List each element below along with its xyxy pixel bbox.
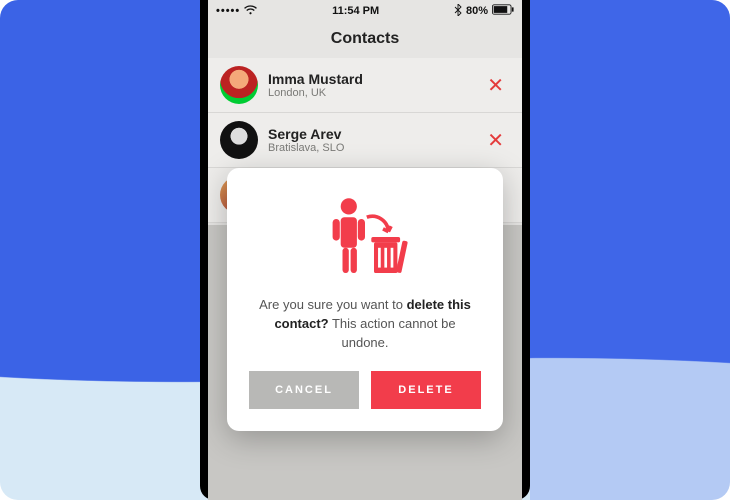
avatar xyxy=(220,121,258,159)
contact-name: Imma Mustard xyxy=(268,71,471,87)
delete-person-trash-icon xyxy=(310,192,420,282)
delete-contact-button[interactable]: ✕ xyxy=(481,124,510,157)
avatar xyxy=(220,66,258,104)
status-time: 11:54 PM xyxy=(332,5,379,17)
bg-texture xyxy=(530,0,730,500)
contact-row[interactable]: Serge Arev Bratislava, SLO ✕ xyxy=(208,113,522,168)
contact-location: London, UK xyxy=(268,87,471,99)
illustration-canvas: ••••• 11:54 PM 80% Contacts xyxy=(0,0,730,500)
bluetooth-icon xyxy=(454,4,462,19)
wifi-icon xyxy=(244,5,257,18)
confirm-delete-dialog: Are you sure you want to delete this con… xyxy=(227,168,503,431)
contact-name: Serge Arev xyxy=(268,126,471,142)
cancel-button[interactable]: CANCEL xyxy=(249,371,359,409)
delete-button[interactable]: DELETE xyxy=(371,371,481,409)
contact-row[interactable]: Imma Mustard London, UK ✕ xyxy=(208,58,522,113)
status-bar: ••••• 11:54 PM 80% xyxy=(208,0,522,22)
page-title: Contacts xyxy=(208,22,522,58)
contact-info: Imma Mustard London, UK xyxy=(268,71,471,99)
dialog-message: Are you sure you want to delete this con… xyxy=(245,296,485,371)
contact-location: Bratislava, SLO xyxy=(268,142,471,154)
contact-info: Serge Arev Bratislava, SLO xyxy=(268,126,471,154)
status-battery-pct: 80% xyxy=(466,5,488,17)
phone-screen: ••••• 11:54 PM 80% Contacts xyxy=(208,0,522,500)
battery-icon xyxy=(492,4,514,18)
dialog-msg-pre: Are you sure you want to xyxy=(259,297,406,312)
dialog-actions: CANCEL DELETE xyxy=(245,371,485,409)
delete-contact-button[interactable]: ✕ xyxy=(481,69,510,102)
dialog-msg-post: This action cannot be undone. xyxy=(329,316,456,350)
signal-dots-icon: ••••• xyxy=(216,5,240,17)
phone-frame: ••••• 11:54 PM 80% Contacts xyxy=(200,0,530,500)
